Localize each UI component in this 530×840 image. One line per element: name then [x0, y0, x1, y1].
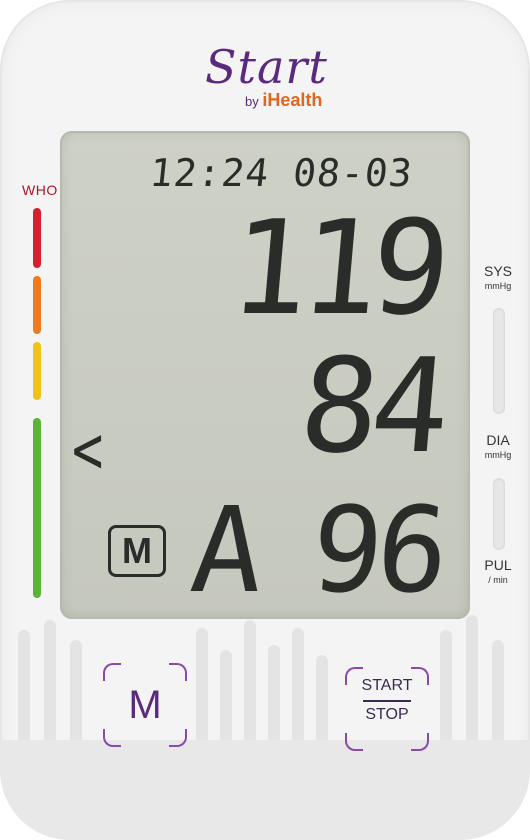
diastolic-readout: 84: [294, 330, 449, 482]
blood-pressure-monitor: Start by iHealth WHO 12:24 08-03 119 84 …: [0, 0, 530, 840]
dia-slot: [493, 478, 505, 550]
start-label: START: [361, 677, 413, 694]
brand: Start by iHealth: [205, 40, 365, 110]
stop-label: STOP: [365, 706, 409, 723]
sys-label-title: SYS: [483, 263, 512, 279]
pul-label-unit: / min: [488, 575, 508, 585]
average-indicator: A: [185, 481, 270, 619]
brand-by: by: [245, 94, 259, 109]
who-bar-yellow: [33, 342, 41, 400]
who-bar-green: [33, 418, 41, 598]
who-label: WHO: [22, 182, 58, 198]
systolic-readout: 119: [224, 192, 449, 344]
lcd-screen: 12:24 08-03 119 84 < M A 96: [60, 131, 470, 619]
memory-button-label: M: [128, 683, 162, 727]
who-bar-red: [33, 208, 41, 268]
pul-label-title: PUL: [484, 557, 512, 573]
button-corner: [411, 733, 429, 751]
pul-label: PUL / min: [472, 557, 524, 585]
brand-logo: Start: [205, 40, 328, 94]
brand-subtitle: by iHealth: [245, 90, 322, 111]
decor-base: [0, 740, 530, 840]
dia-label: DIA mmHg: [472, 432, 524, 460]
button-corner: [345, 733, 363, 751]
dia-label-unit: mmHg: [484, 450, 512, 460]
start-stop-button[interactable]: START STOP: [345, 667, 429, 751]
sys-slot: [493, 308, 505, 414]
chevron-left-icon: <: [72, 412, 104, 490]
memory-button[interactable]: M: [103, 663, 187, 747]
time-date-readout: 12:24 08-03: [147, 151, 415, 195]
who-bar-orange: [33, 276, 41, 334]
start-stop-divider: [363, 700, 411, 702]
pulse-readout: 96: [305, 481, 449, 619]
sys-label: SYS mmHg: [472, 263, 524, 291]
sys-label-unit: mmHg: [484, 281, 512, 291]
brand-company: iHealth: [262, 90, 323, 110]
dia-label-title: DIA: [486, 432, 510, 448]
memory-icon: M: [108, 525, 166, 577]
